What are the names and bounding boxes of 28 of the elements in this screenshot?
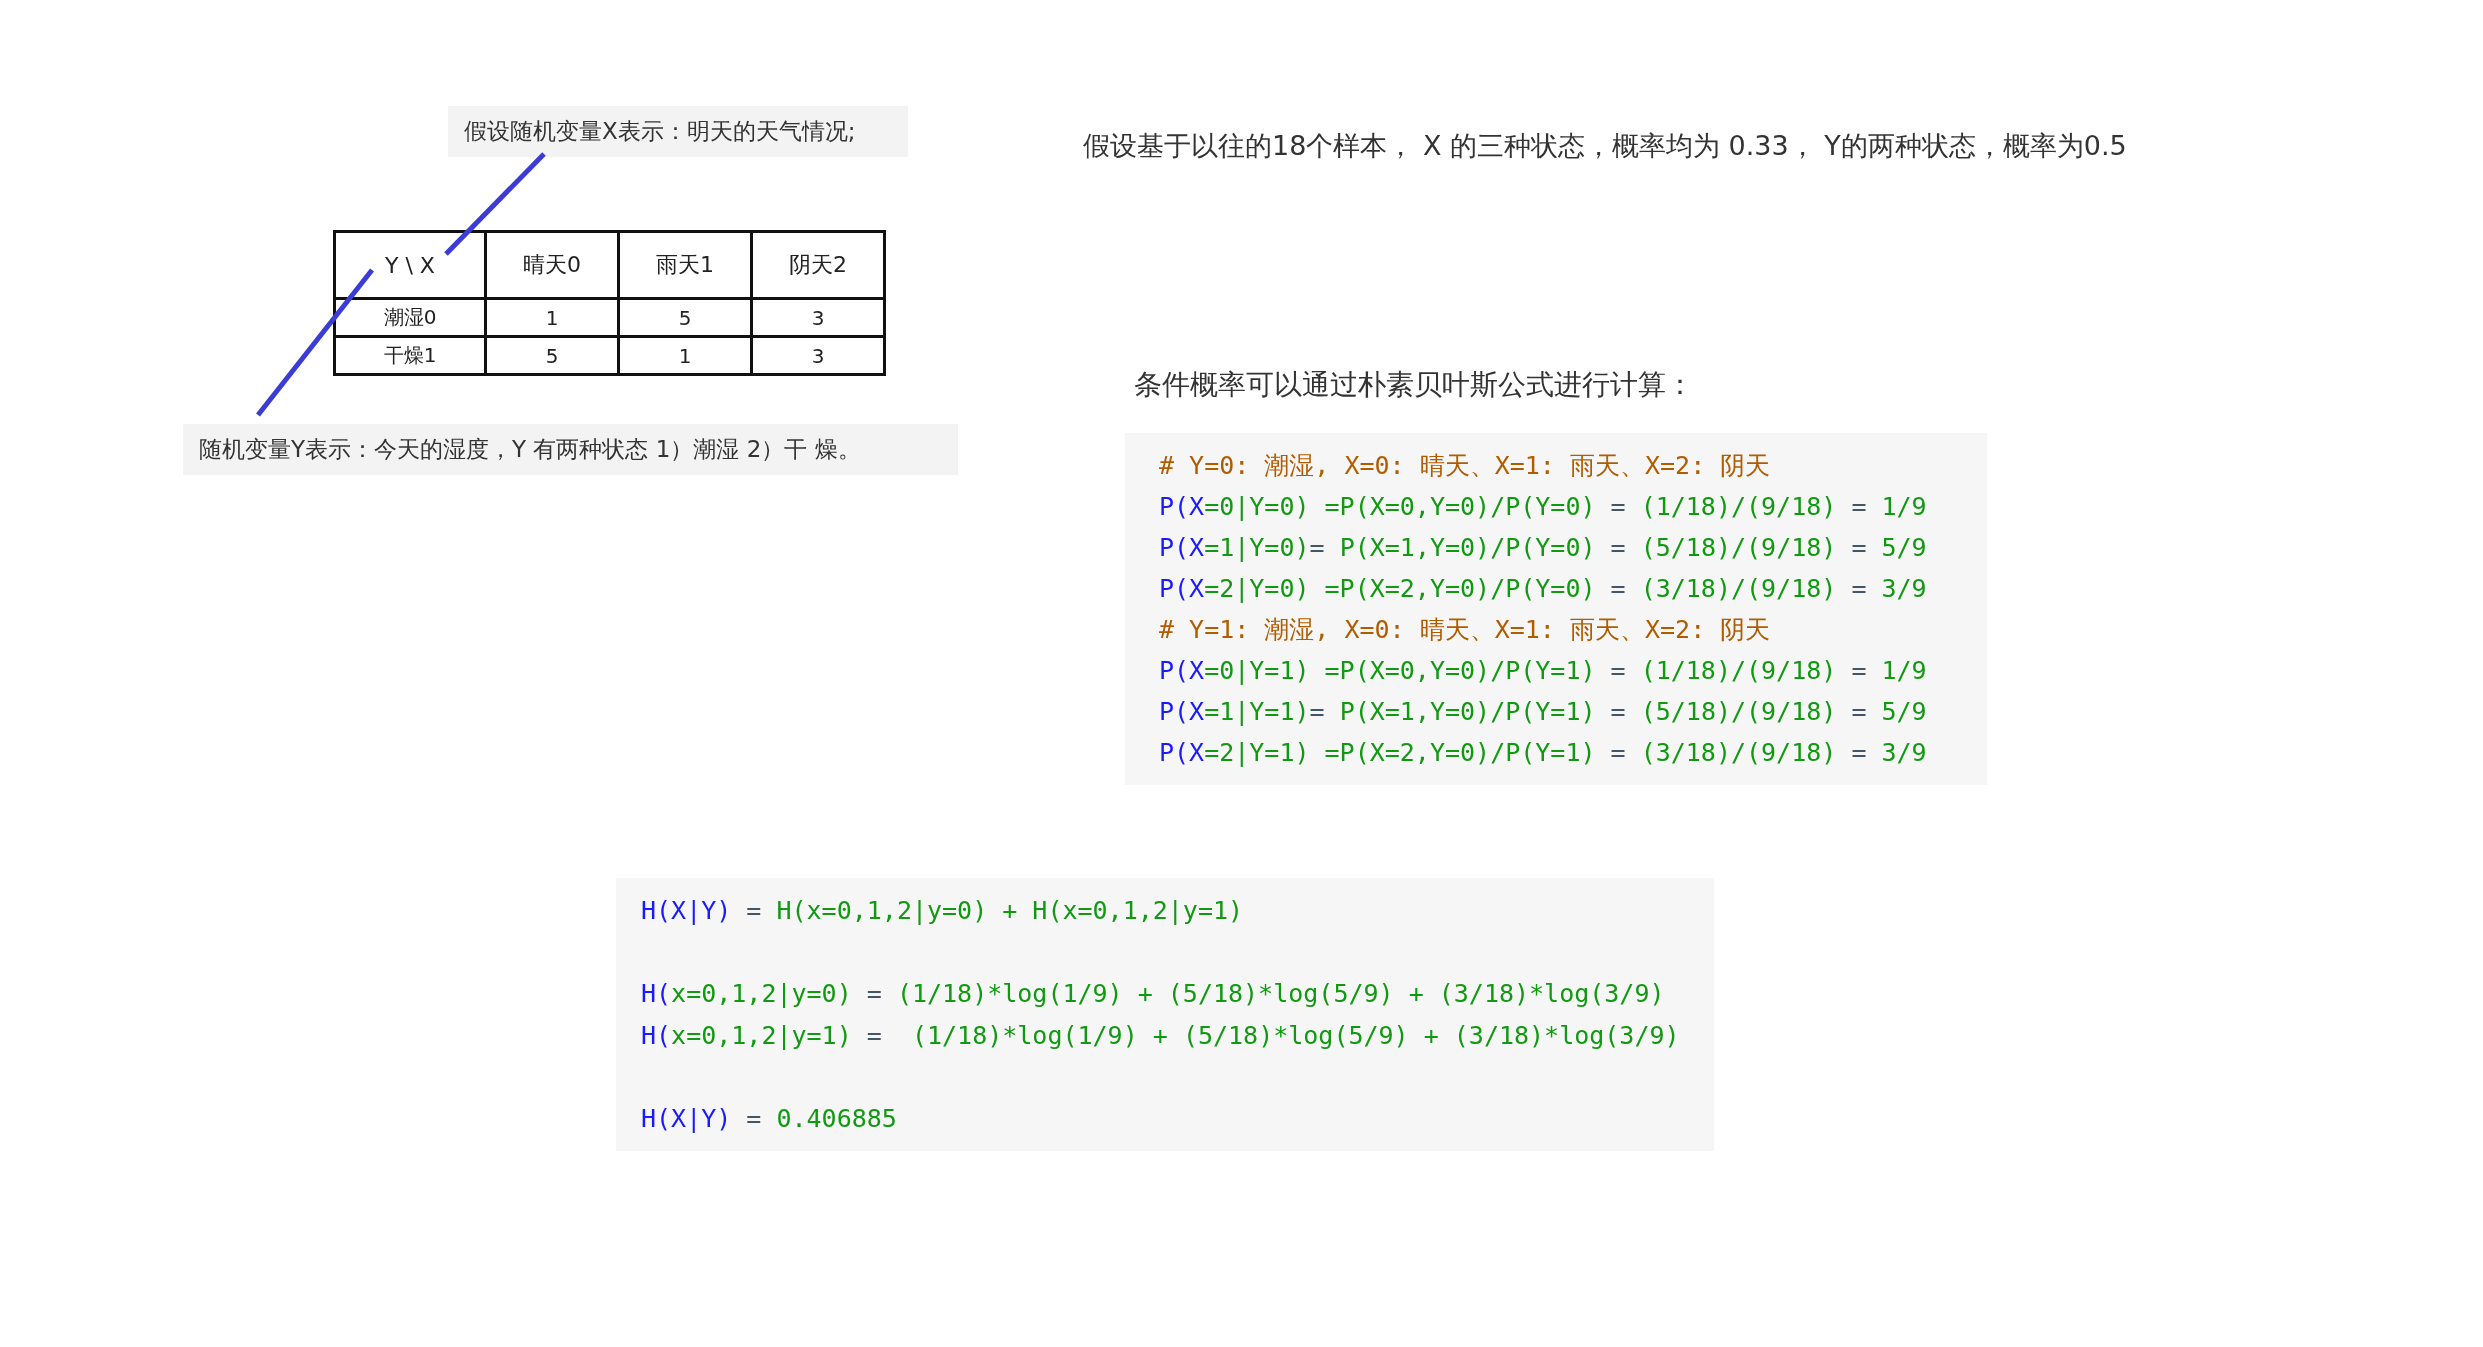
code-line: P(X=2|Y=0) =P(X=2,Y=0)/P(Y=0) = (3/18)/(9/18) = 3/9	[1159, 573, 1927, 605]
annotation-label: 假设随机变量X表示：明天的天气情况;	[448, 106, 908, 157]
code-line: H(X|Y) = H(x=0,1,2|y=0) + H(x=0,1,2|y=1)	[641, 895, 1244, 927]
code-line: P(X=1|Y=0)= P(X=1,Y=0)/P(Y=0) = (5/18)/(9/18) = 5/9	[1159, 532, 1927, 564]
table-cell: 5	[485, 336, 619, 375]
table-cell: 1	[618, 336, 752, 375]
table-cell: 5	[618, 298, 752, 337]
code-line: H(X|Y) = 0.406885	[641, 1102, 897, 1135]
code-comment: # Y=0: 潮湿, X=0: 晴天、X=1: 雨天、X=2: 阴天	[1159, 450, 1771, 482]
code-line: P(X=2|Y=1) =P(X=2,Y=0)/P(Y=1) = (3/18)/(9/18) = 3/9	[1159, 737, 1927, 769]
table-cell: 3	[751, 336, 885, 375]
table-cell: 1	[485, 298, 619, 337]
code-line: P(X=0|Y=1) =P(X=0,Y=0)/P(Y=1) = (1/18)/(9/18) = 1/9	[1159, 655, 1927, 687]
column-header: 阴天2	[751, 231, 885, 299]
code-comment: # Y=1: 潮湿, X=0: 晴天、X=1: 雨天、X=2: 阴天	[1159, 614, 1771, 646]
table-cell: 3	[751, 298, 885, 337]
column-header: 雨天1	[618, 231, 752, 299]
code-line: H(x=0,1,2|y=1) = (1/18)*log(1/9) + (5/18)*log(5/9) + (3/18)*log(3/9)	[641, 1019, 1680, 1052]
column-header: 晴天0	[485, 231, 619, 299]
table-cell: 干燥1	[334, 336, 486, 375]
annotation-label: 随机变量Y表示：今天的湿度，Y 有两种状态 1）潮湿 2）干 燥。	[183, 424, 958, 475]
section-heading: 条件概率可以通过朴素贝叶斯公式进行计算：	[1134, 367, 1694, 403]
code-line: P(X=0|Y=0) =P(X=0,Y=0)/P(Y=0) = (1/18)/(9/18) = 1/9	[1159, 491, 1927, 523]
column-header: Y \ X	[334, 231, 486, 299]
code-line: P(X=1|Y=1)= P(X=1,Y=0)/P(Y=1) = (5/18)/(9/18) = 5/9	[1159, 696, 1927, 728]
code-line: H(x=0,1,2|y=0) = (1/18)*log(1/9) + (5/18)*log(5/9) + (3/18)*log(3/9)	[641, 978, 1665, 1010]
table-cell: 潮湿0	[334, 298, 486, 337]
intro-text: 假设基于以往的18个样本， X 的三种状态，概率均为 0.33， Y的两种状态，概率为0.5	[1083, 129, 2127, 163]
